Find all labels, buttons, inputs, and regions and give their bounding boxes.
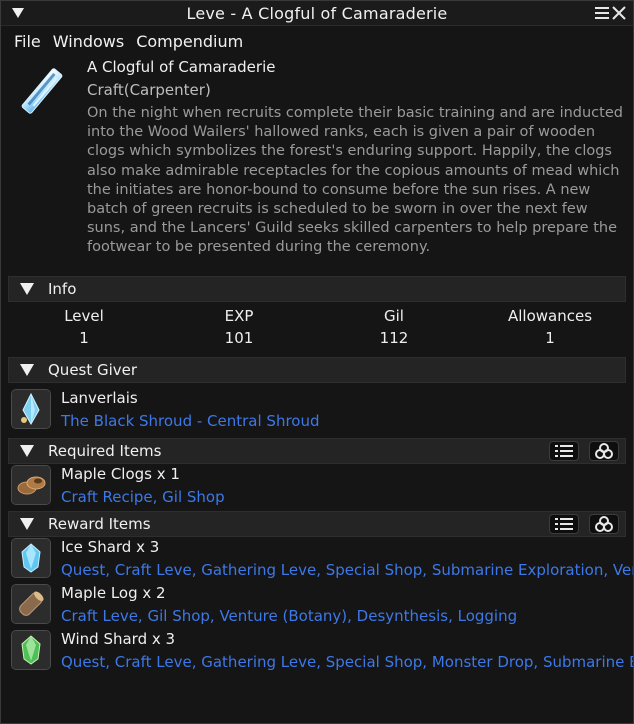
info-allowances-label: Allowances [507,307,593,325]
list-icon [555,445,573,457]
collapse-window-icon[interactable] [11,6,25,20]
required-items-list-button[interactable] [549,441,579,461]
required-items-section-label: Required Items [48,442,162,460]
reward-items-list-button[interactable] [549,514,579,534]
menu-file[interactable]: File [13,32,42,51]
collapse-quest-giver-icon[interactable] [20,364,34,376]
leve-title: A Clogful of Camaraderie [87,58,276,76]
title-bar[interactable]: Leve - A Clogful of Camaraderie [1,1,633,26]
list-icon [555,518,573,530]
leve-header: A Clogful of Camaraderie Craft(Carpenter… [1,56,633,266]
menu-windows[interactable]: Windows [52,32,125,51]
menu-compendium[interactable]: Compendium [135,32,244,51]
quest-giver-section-label: Quest Giver [48,361,138,379]
required-items-craft-button[interactable] [589,441,619,461]
log-icon [11,584,51,624]
info-exp-label: EXP [224,307,254,325]
info-section-label: Info [48,280,77,298]
wind-shard-icon [11,630,51,670]
info-section-header[interactable]: Info [8,276,626,302]
reward-items-section-label: Reward Items [48,515,151,533]
carpenter-saw-icon [21,68,63,114]
reward-item-name: Ice Shard x 3 [61,538,160,556]
info-exp-value: 101 [224,329,254,347]
materials-icon [595,516,613,532]
required-item-name: Maple Clogs x 1 [61,465,180,483]
info-exp: EXP 101 [164,307,314,347]
info-level-label: Level [64,307,104,325]
reward-item-sources[interactable]: Quest, Craft Leve, Gathering Leve, Speci… [61,653,633,671]
leve-type: Craft(Carpenter) [87,81,211,99]
collapse-required-items-icon[interactable] [20,445,34,457]
info-level: Level 1 [9,307,159,347]
info-gil-value: 112 [379,329,409,347]
menu-bar: File Windows Compendium [1,26,633,56]
info-grid: Level 1 EXP 101 Gil 112 Allowances 1 [1,307,633,353]
info-allowances-value: 1 [545,329,555,347]
quest-giver-location-link[interactable]: The Black Shroud - Central Shroud [61,412,320,430]
required-items-section-header[interactable]: Required Items [8,438,626,464]
reward-items-section-header[interactable]: Reward Items [8,511,626,537]
collapse-info-icon[interactable] [20,283,34,295]
info-gil: Gil 112 [319,307,469,347]
window-menu-icon[interactable] [595,6,609,20]
required-item-sources[interactable]: Craft Recipe, Gil Shop [61,488,225,506]
materials-icon [595,443,613,459]
info-gil-label: Gil [384,307,404,325]
reward-item-sources[interactable]: Quest, Craft Leve, Gathering Leve, Speci… [61,561,633,579]
info-allowances: Allowances 1 [475,307,625,347]
clogs-icon [11,465,51,505]
reward-item-sources[interactable]: Craft Leve, Gil Shop, Venture (Botany), … [61,607,517,625]
leve-description: On the night when recruits complete thei… [87,105,623,256]
quest-giver-crystal-icon [11,389,51,429]
leve-window: Leve - A Clogful of Camaraderie File Win… [0,0,634,724]
reward-items-craft-button[interactable] [589,514,619,534]
quest-giver-name: Lanverlais [61,389,138,407]
quest-giver-section-header[interactable]: Quest Giver [8,357,626,383]
ice-shard-icon [11,538,51,578]
collapse-reward-items-icon[interactable] [20,518,34,530]
reward-item-name: Maple Log x 2 [61,584,166,602]
close-icon[interactable] [612,6,626,20]
reward-item-name: Wind Shard x 3 [61,630,176,648]
info-level-value: 1 [79,329,89,347]
window-title: Leve - A Clogful of Camaraderie [186,3,448,23]
